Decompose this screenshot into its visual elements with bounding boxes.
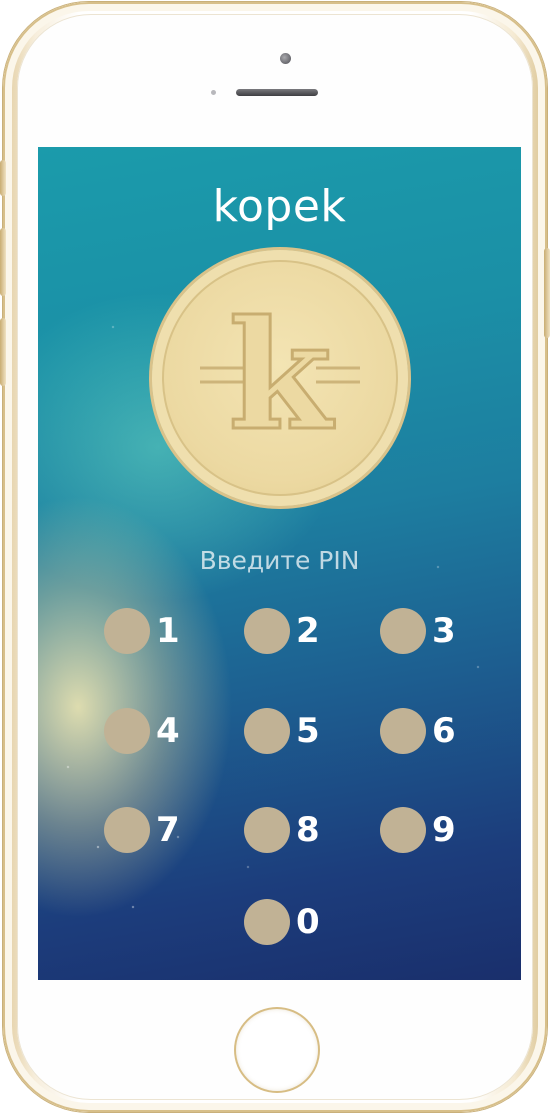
coin-letter: k (228, 288, 335, 464)
volume-down-button (0, 318, 6, 386)
key-dot (380, 608, 426, 654)
key-dot (244, 608, 290, 654)
home-button[interactable] (236, 1009, 318, 1091)
key-digit: 9 (432, 810, 456, 850)
power-button (544, 248, 550, 338)
key-digit: 0 (296, 902, 320, 942)
key-digit: 6 (432, 711, 456, 751)
key-0[interactable]: 0 (244, 899, 354, 945)
pin-prompt: Введите PIN (199, 546, 360, 575)
mute-switch (0, 160, 6, 196)
key-dot (244, 708, 290, 754)
key-digit: 8 (296, 810, 320, 850)
earpiece-speaker (236, 89, 318, 96)
key-8[interactable]: 8 (244, 807, 354, 853)
key-dot (104, 807, 150, 853)
key-digit: 5 (296, 711, 320, 751)
key-digit: 2 (296, 611, 320, 651)
key-dot (380, 807, 426, 853)
volume-up-button (0, 228, 6, 296)
key-dot (104, 708, 150, 754)
key-digit: 3 (432, 611, 456, 651)
key-1[interactable]: 1 (104, 608, 214, 654)
phone-screen: kopek k Введите PIN 1 2 3 4 5 6 7 8 9 0 (38, 147, 521, 980)
key-digit: 1 (156, 611, 180, 651)
key-4[interactable]: 4 (104, 708, 214, 754)
key-3[interactable]: 3 (380, 608, 490, 654)
key-6[interactable]: 6 (380, 708, 490, 754)
key-5[interactable]: 5 (244, 708, 354, 754)
key-9[interactable]: 9 (380, 807, 490, 853)
key-dot (380, 708, 426, 754)
key-digit: 7 (156, 810, 180, 850)
proximity-sensor (211, 90, 216, 95)
key-digit: 4 (156, 711, 180, 751)
key-2[interactable]: 2 (244, 608, 354, 654)
kopek-coin-logo: k (152, 250, 408, 506)
coin-emblem-icon: k (200, 287, 360, 466)
key-7[interactable]: 7 (104, 807, 214, 853)
app-title: kopek (212, 181, 347, 232)
front-camera (280, 53, 291, 64)
key-dot (104, 608, 150, 654)
key-dot (244, 899, 290, 945)
key-dot (244, 807, 290, 853)
